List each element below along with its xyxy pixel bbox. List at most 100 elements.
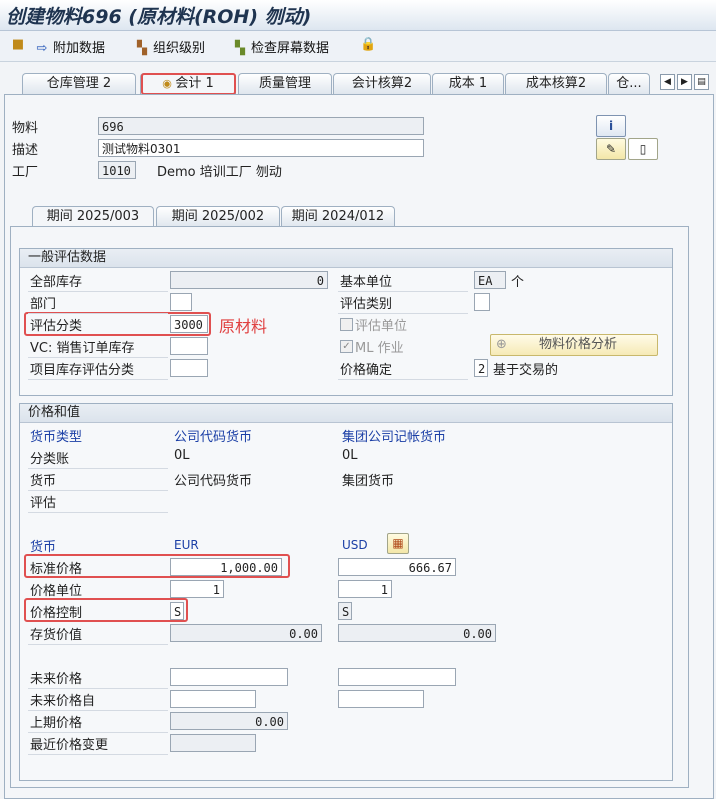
row-separator	[28, 313, 168, 314]
tab-next-button[interactable]: ▶	[677, 74, 692, 90]
price-determination-field[interactable]: 2	[474, 359, 488, 377]
additional-data-button[interactable]: ⇨ 附加数据	[34, 37, 105, 56]
future-price-from-usd-field[interactable]	[338, 690, 424, 708]
org-levels-button[interactable]: ▚ 组织级别	[134, 37, 205, 56]
tab-quality-mgmt[interactable]: 质量管理	[238, 73, 332, 94]
window-title: 创建物料696 (原材料(ROH) 刎动)	[6, 6, 312, 28]
tab-list-button[interactable]: ▤	[694, 74, 709, 90]
tab-prev-button[interactable]: ◀	[660, 74, 675, 90]
price-analysis-icon: ⊕	[496, 337, 507, 352]
material-price-analysis-button[interactable]: ⊕ 物料价格分析	[490, 334, 658, 356]
tab-period-2024-012[interactable]: 期间 2024/012	[281, 206, 395, 227]
toolbar: ■ ⇨ 附加数据 ▚ 组织级别 ▚ 检查屏幕数据 🔒	[0, 31, 716, 62]
valuation-category-field[interactable]	[474, 293, 490, 311]
future-price-usd-field[interactable]	[338, 668, 456, 686]
currency2-label: 货币	[30, 540, 57, 555]
prices-values-title: 价格和值	[20, 404, 672, 423]
price-control-usd-field[interactable]: S	[338, 602, 352, 620]
plant-name: Demo 培训工厂 刎动	[157, 165, 282, 180]
future-price-eur-field[interactable]	[170, 668, 288, 686]
row-separator	[338, 313, 468, 314]
price-determination-text: 基于交易的	[493, 363, 559, 378]
group-currency-header: 集团公司记帐货币	[342, 430, 447, 445]
row-separator	[28, 291, 168, 292]
base-unit-label: 基本单位	[340, 275, 393, 290]
last-price-change-field[interactable]	[170, 734, 256, 752]
highlight-valuation-class	[24, 312, 211, 336]
future-price-from-label: 未来价格自	[30, 694, 96, 709]
project-stock-label: 项目库存评估分类	[30, 363, 135, 378]
currency-col2: 集团货币	[342, 474, 395, 489]
currency-conversion-icon[interactable]: ▦	[387, 533, 409, 554]
division-label: 部门	[30, 297, 57, 312]
highlight-accounting-tab	[141, 73, 236, 95]
total-stock-field[interactable]: 0	[170, 271, 328, 289]
base-unit-field[interactable]: EA	[474, 271, 506, 289]
valuated-unit-label: 评估单位	[355, 319, 408, 334]
tab-more[interactable]: 仓...	[608, 73, 650, 94]
future-price-label: 未来价格	[30, 672, 83, 687]
highlight-price-control	[24, 598, 188, 622]
description-field[interactable]: 测试物料0301	[98, 139, 424, 157]
price-unit-eur-field[interactable]: 1	[170, 580, 224, 598]
row-separator	[28, 379, 168, 380]
extend-icon[interactable]: ■	[10, 37, 29, 52]
info-icon[interactable]: i	[596, 115, 626, 137]
valuated-unit-checkbox[interactable]	[340, 318, 353, 331]
currency-usd: USD	[342, 538, 368, 552]
row-separator	[28, 732, 168, 733]
tab-costing-accounting-2[interactable]: 会计核算2	[333, 73, 431, 94]
tab-period-2025-002[interactable]: 期间 2025/002	[156, 206, 280, 227]
row-separator	[28, 754, 168, 755]
ml-checkbox[interactable]: ✓	[340, 340, 353, 353]
check-screen-data-button[interactable]: ▚ 检查屏幕数据	[232, 37, 329, 56]
valuation-category-label: 评估类别	[340, 297, 393, 312]
total-stock-label: 全部库存	[30, 275, 83, 290]
row-separator	[28, 710, 168, 711]
general-valuation-title: 一般评估数据	[20, 249, 672, 268]
ml-label: ML 作业	[355, 341, 404, 356]
stock-value-eur-field[interactable]: 0.00	[170, 624, 322, 642]
division-field[interactable]	[170, 293, 192, 311]
highlight-standard-price	[24, 554, 290, 578]
lock-button[interactable]: 🔒	[360, 37, 379, 52]
currency-type-label: 货币类型	[30, 430, 83, 445]
tab-cost-1[interactable]: 成本 1	[432, 73, 504, 94]
previous-price-label: 上期价格	[30, 716, 83, 731]
last-price-change-label: 最近价格变更	[30, 738, 109, 753]
previous-price-field[interactable]: 0.00	[170, 712, 288, 730]
annotation-raw-material: 原材料	[219, 317, 268, 336]
currency-col1: 公司代码货币	[174, 474, 253, 489]
row-separator	[338, 291, 468, 292]
currency-eur: EUR	[174, 538, 199, 552]
vc-sales-order-label: VC: 销售订单库存	[30, 341, 135, 356]
stock-value-label: 存货价值	[30, 628, 83, 643]
org-levels-icon: ▚	[137, 41, 147, 56]
company-code-currency-header: 公司代码货币	[174, 430, 253, 445]
price-unit-label: 价格单位	[30, 584, 83, 599]
project-stock-field[interactable]	[170, 359, 208, 377]
price-unit-usd-field[interactable]: 1	[338, 580, 392, 598]
row-separator	[338, 379, 468, 380]
material-field[interactable]: 696	[98, 117, 424, 135]
vc-sales-order-field[interactable]	[170, 337, 208, 355]
lock-icon: 🔒	[360, 37, 377, 52]
tab-strip: 仓库管理 2 ◉ 会计 1 质量管理 会计核算2 成本 1 成本核算2 仓...	[0, 72, 716, 94]
row-separator	[28, 688, 168, 689]
row-separator	[28, 644, 168, 645]
tab-costing-2[interactable]: 成本核算2	[505, 73, 607, 94]
link-icon[interactable]: ✎	[596, 138, 626, 160]
row-separator	[28, 357, 168, 358]
tab-period-2025-003[interactable]: 期间 2025/003	[32, 206, 154, 227]
tab-warehouse-2[interactable]: 仓库管理 2	[22, 73, 136, 94]
description-label: 描述	[12, 143, 39, 158]
document-icon[interactable]: ▯	[628, 138, 658, 160]
currency-label: 货币	[30, 474, 57, 489]
standard-price-usd-field[interactable]: 666.67	[338, 558, 456, 576]
future-price-from-field[interactable]	[170, 690, 256, 708]
check-icon: ▚	[235, 41, 245, 56]
plant-field[interactable]: 1010	[98, 161, 136, 179]
row-separator	[28, 490, 168, 491]
stock-value-usd-field[interactable]: 0.00	[338, 624, 496, 642]
row-separator	[28, 512, 168, 513]
